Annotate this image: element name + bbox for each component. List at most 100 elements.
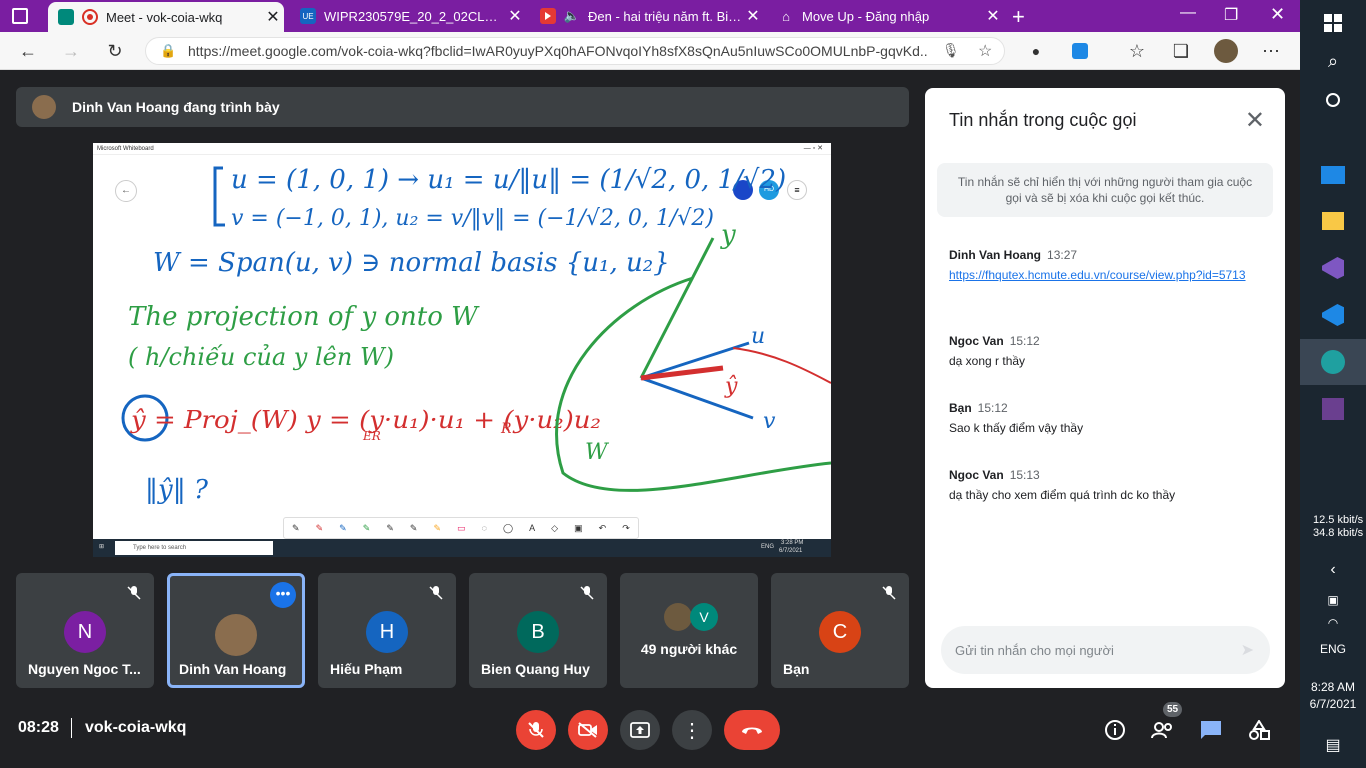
inner-search-box: Type here to search	[115, 541, 273, 555]
line-projection: The projection of y onto W	[128, 302, 480, 332]
label-w: W	[585, 440, 610, 465]
chat-input[interactable]: Gửi tin nhắn cho mọi người ➤	[941, 626, 1270, 674]
label-er: ER	[362, 429, 381, 443]
clock-date[interactable]: 6/7/2021	[1300, 697, 1366, 711]
meet-icon	[58, 9, 74, 25]
mic-off-icon	[528, 722, 544, 738]
present-button[interactable]	[620, 710, 660, 750]
participant-tile[interactable]: ••• Dinh Van Hoang	[167, 573, 305, 688]
vscode-icon[interactable]	[1300, 292, 1366, 338]
close-icon[interactable]: ✕	[262, 7, 284, 27]
task-view-icon[interactable]	[1300, 77, 1366, 123]
shapes-icon	[1249, 720, 1270, 740]
leave-call-button[interactable]	[724, 710, 780, 750]
participant-tile[interactable]: B Bien Quang Huy	[469, 573, 607, 688]
self-tile[interactable]: C Bạn	[771, 573, 909, 688]
language-indicator[interactable]: ENG	[1300, 642, 1366, 656]
chevron-up-icon[interactable]: ‹	[1300, 550, 1366, 590]
tab-youtube[interactable]: 🔈 Đen - hai triệu năm ft. Biên ✕	[530, 0, 764, 32]
message-text: Sao k thấy điểm vậy thầy	[949, 421, 1084, 435]
tab-actions-icon[interactable]	[12, 8, 28, 24]
participants-button[interactable]: 55	[1143, 702, 1183, 750]
url-field[interactable]: 🔒 https://meet.google.com/vok-coia-wkq?f…	[145, 37, 1005, 65]
speaker-icon[interactable]: 🔈	[564, 8, 580, 24]
chat-input-placeholder: Gửi tin nhắn cho mọi người	[955, 642, 1114, 658]
favorites-icon[interactable]: ☆	[1124, 38, 1150, 64]
eraser-icon: ▭	[457, 522, 466, 533]
others-tile[interactable]: V 49 người khác	[620, 573, 758, 688]
presenter-text: Dinh Van Hoang đang trình bày	[72, 99, 280, 115]
profile-avatar[interactable]	[1214, 39, 1238, 63]
info-icon	[1105, 720, 1125, 740]
more-options-button[interactable]: ⋮	[672, 710, 712, 750]
close-icon[interactable]: ✕	[504, 6, 526, 26]
lock-icon[interactable]: 🔒	[160, 43, 176, 59]
image-icon: ▣	[574, 522, 583, 533]
label-y: y	[720, 220, 736, 250]
tab-label: WIPR230579E_20_2_02CLC: 15 Su	[324, 8, 504, 24]
label-u: u	[751, 324, 765, 349]
text-icon: A	[529, 523, 536, 533]
app-icon[interactable]	[1300, 386, 1366, 432]
participant-tile[interactable]: N Nguyen Ngoc T...	[16, 573, 154, 688]
file-explorer-icon[interactable]	[1300, 198, 1366, 244]
close-icon[interactable]: ✕	[1245, 106, 1265, 135]
camera-toggle-button[interactable]	[568, 710, 608, 750]
divider	[71, 718, 72, 738]
close-icon[interactable]: ✕	[742, 6, 764, 26]
restore-icon[interactable]: ❐	[1224, 5, 1238, 25]
avatar	[32, 95, 56, 119]
pen-icon: ✎	[362, 522, 371, 533]
tab-meet[interactable]: Meet - vok-coia-wkq ✕	[48, 2, 284, 32]
meeting-details-button[interactable]	[1095, 710, 1135, 750]
reload-icon[interactable]: ↻	[102, 38, 128, 64]
tab-label: Đen - hai triệu năm ft. Biên	[588, 8, 742, 24]
course-icon: UE	[300, 8, 316, 24]
avatar: H	[366, 611, 408, 653]
others-count: 49 người khác	[640, 641, 738, 657]
screen-share: Microsoft Whiteboard — ▫ ✕ ← HD ≡ u = (1…	[93, 143, 831, 557]
message-time: 15:12	[1009, 334, 1040, 348]
mic-toggle-button[interactable]	[516, 710, 556, 750]
extension-icon[interactable]	[1072, 43, 1088, 59]
mic-off-icon	[579, 585, 595, 601]
minimize-icon[interactable]: —	[1180, 4, 1196, 22]
edge-icon[interactable]	[1300, 339, 1366, 385]
chat-notice: Tin nhắn sẽ chỉ hiển thị với những người…	[937, 163, 1273, 217]
chat-message: Ngoc Van 15:12 dạ xong r thầy	[949, 331, 1269, 371]
more-icon[interactable]: ⋯	[1258, 38, 1284, 64]
extension-icon[interactable]: ●	[1023, 38, 1049, 64]
notification-icon[interactable]: ▤	[1300, 722, 1366, 768]
send-icon[interactable]: ➤	[1241, 640, 1254, 660]
new-tab-icon[interactable]: +	[1012, 4, 1025, 30]
address-bar: ← → ↻ 🔒 https://meet.google.com/vok-coia…	[0, 32, 1300, 70]
forward-icon[interactable]: →	[58, 38, 84, 64]
mail-icon[interactable]	[1300, 152, 1366, 198]
more-options-icon[interactable]: •••	[270, 582, 296, 608]
tab-course[interactable]: UE WIPR230579E_20_2_02CLC: 15 Su ✕	[290, 0, 526, 32]
add-favorite-icon[interactable]: ☆	[978, 41, 992, 61]
net-download: 34.8 kbit/s	[1313, 527, 1364, 539]
activities-button[interactable]	[1239, 710, 1279, 750]
chat-message: Bạn 15:12 Sao k thấy điểm vậy thầy	[949, 398, 1269, 438]
participant-name: Hiếu Phạm	[330, 661, 403, 677]
close-icon[interactable]: ✕	[982, 6, 1004, 26]
message-text: dạ thầy cho xem điểm quá trình dc ko thầ…	[949, 488, 1176, 502]
present-screen-icon	[630, 722, 650, 738]
message-link[interactable]: https://fhqutex.hcmute.edu.vn/course/vie…	[949, 268, 1246, 282]
chat-button[interactable]	[1191, 710, 1231, 750]
clock-time[interactable]: 8:28 AM	[1300, 680, 1366, 694]
inner-taskbar: ⊞ Type here to search ENG 3:28 PM 6/7/20…	[93, 539, 831, 557]
back-icon[interactable]: ←	[15, 38, 41, 64]
visual-studio-icon[interactable]	[1300, 245, 1366, 291]
mic-off-icon	[428, 585, 444, 601]
recording-icon	[82, 9, 98, 25]
collections-icon[interactable]: ❏	[1168, 38, 1194, 64]
wifi-icon[interactable]: ◠	[1300, 608, 1366, 638]
window-close-icon[interactable]: ✕	[1270, 4, 1285, 25]
microphone-icon[interactable]: 🎙	[942, 42, 960, 59]
label-yhat: ŷ	[724, 374, 738, 399]
participant-tile[interactable]: H Hiếu Phạm	[318, 573, 456, 688]
line-norm: ‖ŷ‖ ?	[145, 475, 209, 505]
tab-moveup[interactable]: ⌂ Move Up - Đăng nhập ✕	[768, 0, 1004, 32]
